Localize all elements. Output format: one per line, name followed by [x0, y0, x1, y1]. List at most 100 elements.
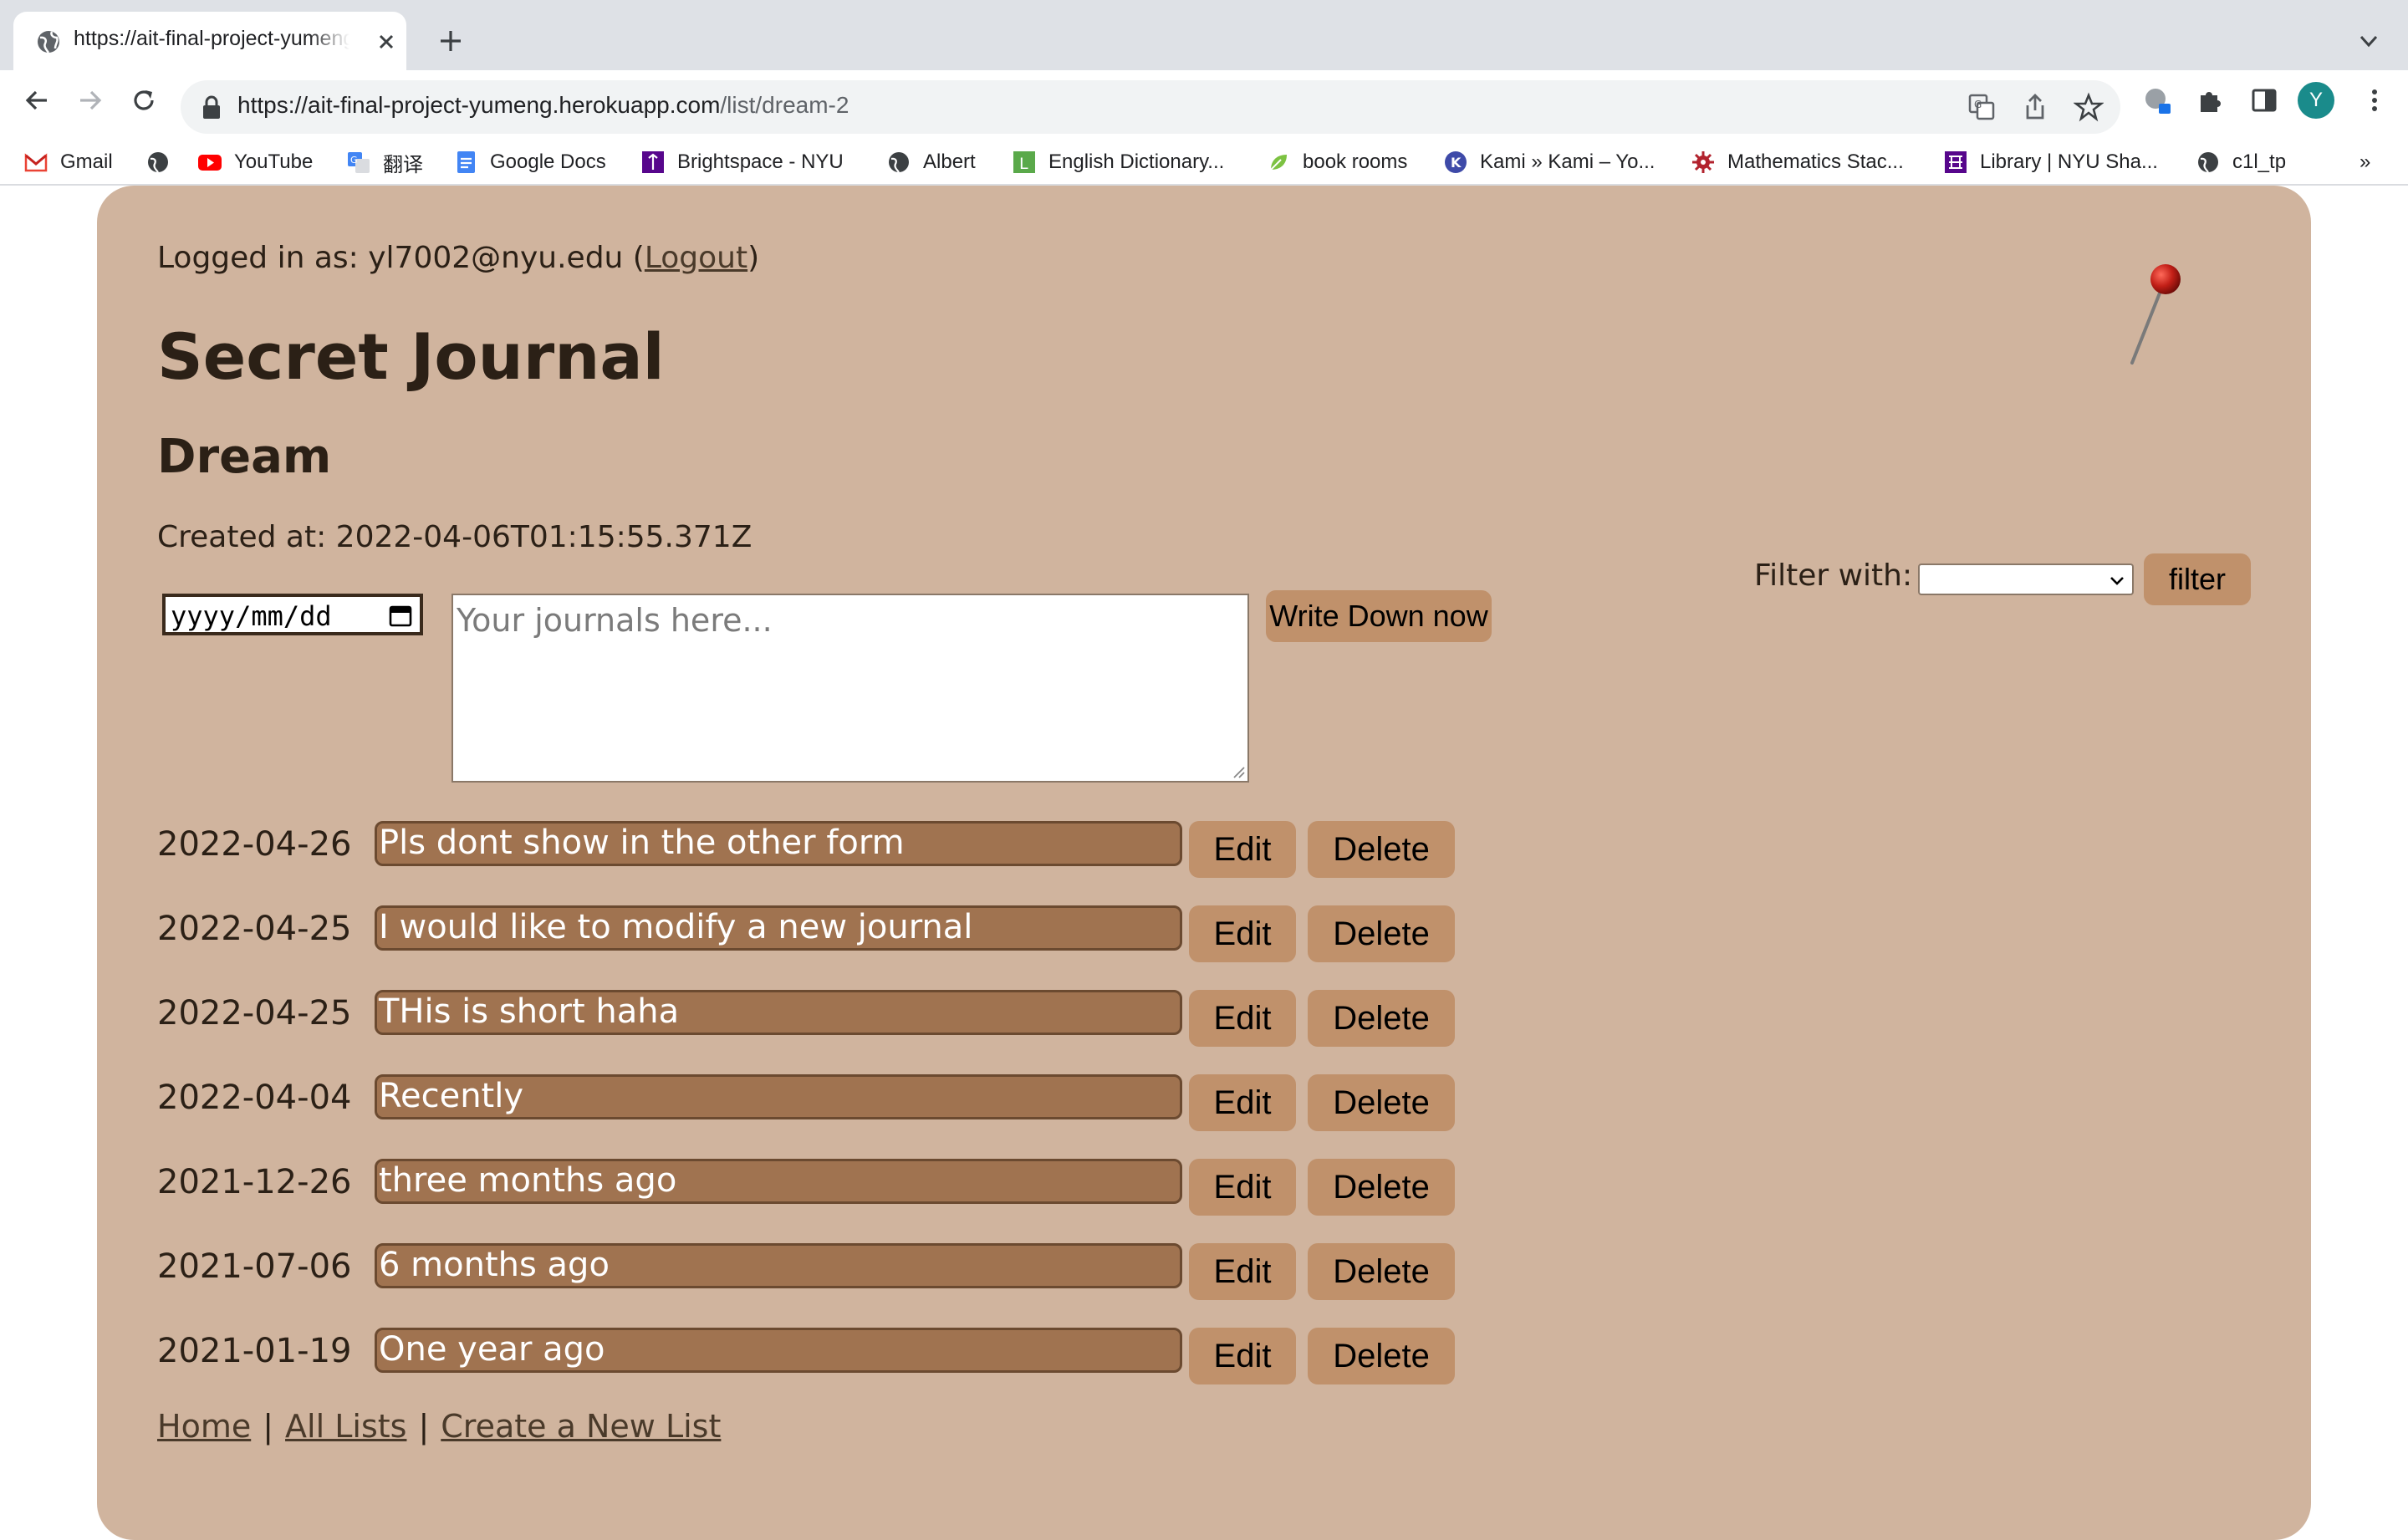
logout-link[interactable]: Logout: [645, 241, 747, 275]
entry-text-field[interactable]: Recently: [375, 1074, 1182, 1119]
delete-button[interactable]: Delete: [1308, 821, 1455, 878]
bookmark-label: Gmail: [60, 150, 113, 173]
entry-text-field[interactable]: THis is short haha: [375, 990, 1182, 1035]
profile-avatar[interactable]: Y: [2298, 82, 2334, 119]
new-tab-icon[interactable]: [436, 27, 465, 55]
entry-date: 2021-01-19: [157, 1332, 352, 1370]
translate-icon: G: [348, 152, 370, 173]
entry-date: 2021-12-26: [157, 1163, 352, 1201]
entry-text-field[interactable]: One year ago: [375, 1328, 1182, 1373]
bookmark-label: 翻译: [383, 153, 423, 176]
menu-icon[interactable]: [2360, 85, 2390, 115]
edit-button[interactable]: Edit: [1189, 1328, 1296, 1384]
edit-button[interactable]: Edit: [1189, 905, 1296, 962]
reload-icon[interactable]: [129, 85, 159, 115]
delete-button[interactable]: Delete: [1308, 905, 1455, 962]
list-title: Dream: [157, 430, 332, 484]
journal-placeholder: Your journals here...: [457, 602, 773, 639]
entry-date: 2022-04-25: [157, 994, 352, 1033]
bookmark-kami[interactable]: K Kami » Kami – Yo...: [1443, 137, 1655, 187]
separator: |: [263, 1408, 274, 1445]
bookmark-english-dictionary[interactable]: L English Dictionary...: [1012, 137, 1224, 187]
home-link[interactable]: Home: [157, 1408, 251, 1445]
globe-icon: [889, 152, 909, 173]
bookmark-c1l-tp[interactable]: c1l_tp: [2196, 137, 2286, 187]
bookmark-label: Google Docs: [490, 150, 606, 173]
close-icon[interactable]: [375, 30, 398, 54]
bookmark-label: c1l_tp: [2232, 150, 2287, 173]
more-bookmarks-button[interactable]: »: [2360, 137, 2370, 187]
puzzle-icon[interactable]: [2196, 85, 2226, 115]
dictionary-icon: L: [1013, 151, 1035, 173]
date-input[interactable]: yyyy/mm/dd: [162, 594, 423, 635]
share-icon[interactable]: [2020, 92, 2050, 122]
bookmark-google-docs[interactable]: Google Docs: [453, 137, 606, 187]
pushpin-icon: [2130, 264, 2181, 365]
bookmark-label: Kami » Kami – Yo...: [1480, 150, 1656, 173]
bookmark-label: book rooms: [1303, 150, 1408, 173]
write-down-button[interactable]: Write Down now: [1266, 590, 1492, 642]
entry-date: 2022-04-26: [157, 825, 352, 864]
entry-text-field[interactable]: 6 months ago: [375, 1243, 1182, 1288]
resize-handle-icon[interactable]: [1231, 764, 1246, 779]
edit-button[interactable]: Edit: [1189, 990, 1296, 1047]
bookmark-gmail[interactable]: Gmail: [23, 137, 113, 187]
tab-title: https://ait-final-project-yumeng.herokua…: [74, 27, 349, 50]
bookmark-math-stackexchange[interactable]: Mathematics Stac...: [1691, 137, 1904, 187]
nyu-icon: [642, 151, 664, 173]
svg-text:L: L: [1019, 155, 1028, 173]
journal-entry: 2021-01-19 One year ago Edit Delete: [97, 1328, 2311, 1395]
filter-select[interactable]: [1918, 563, 2134, 595]
bookmark-library-nyu[interactable]: Library | NYU Sha...: [1943, 137, 2158, 187]
address-bar[interactable]: https://ait-final-project-yumeng.herokua…: [181, 80, 2120, 134]
calendar-icon[interactable]: [388, 603, 413, 628]
bookmark-globe[interactable]: [145, 137, 171, 187]
youtube-icon: [198, 155, 222, 171]
bookmark-translate[interactable]: G 翻译: [346, 137, 423, 187]
translate-page-icon[interactable]: G: [1967, 92, 1997, 122]
edit-button[interactable]: Edit: [1189, 1243, 1296, 1300]
filter-button[interactable]: filter: [2144, 553, 2251, 605]
bookmark-youtube[interactable]: YouTube: [197, 137, 313, 187]
bookmark-label: Albert: [923, 150, 976, 173]
svg-text:G: G: [1974, 99, 1982, 110]
star-icon[interactable]: [2074, 92, 2104, 122]
bookmark-label: Library | NYU Sha...: [1980, 150, 2158, 173]
edit-button[interactable]: Edit: [1189, 821, 1296, 878]
delete-button[interactable]: Delete: [1308, 990, 1455, 1047]
bookmark-label: Mathematics Stac...: [1727, 150, 1904, 173]
edit-button[interactable]: Edit: [1189, 1074, 1296, 1131]
all-lists-link[interactable]: All Lists: [285, 1408, 406, 1445]
delete-button[interactable]: Delete: [1308, 1328, 1455, 1384]
entry-text-field[interactable]: I would like to modify a new journal: [375, 905, 1182, 951]
lock-icon[interactable]: [199, 94, 224, 120]
extension-badge-icon[interactable]: [2142, 85, 2172, 115]
edit-button[interactable]: Edit: [1189, 1159, 1296, 1216]
docs-icon: [457, 151, 475, 173]
side-panel-icon[interactable]: [2249, 85, 2279, 115]
create-list-link[interactable]: Create a New List: [441, 1408, 721, 1445]
svg-text:G: G: [350, 155, 358, 166]
delete-button[interactable]: Delete: [1308, 1074, 1455, 1131]
created-at: Created at: 2022-04-06T01:15:55.371Z: [157, 520, 752, 554]
forward-icon[interactable]: [75, 85, 105, 115]
delete-button[interactable]: Delete: [1308, 1159, 1455, 1216]
url-path: /list/dream-2: [720, 92, 849, 118]
bookmark-book-rooms[interactable]: book rooms: [1266, 137, 1407, 187]
bookmark-label: English Dictionary...: [1048, 150, 1225, 173]
bookmark-brightspace[interactable]: Brightspace - NYU: [640, 137, 844, 187]
entry-text-field[interactable]: three months ago: [375, 1159, 1182, 1204]
library-icon: [1945, 151, 1967, 173]
delete-button[interactable]: Delete: [1308, 1243, 1455, 1300]
chevron-down-icon[interactable]: [2356, 28, 2381, 54]
url-text[interactable]: https://ait-final-project-yumeng.herokua…: [237, 92, 849, 122]
browser-toolbar: https://ait-final-project-yumeng.herokua…: [0, 70, 2408, 197]
chevron-down-icon: [2110, 577, 2124, 585]
bookmark-albert[interactable]: Albert: [886, 137, 976, 187]
journal-textarea[interactable]: Your journals here...: [452, 594, 1249, 783]
back-icon[interactable]: [22, 85, 52, 115]
globe-icon: [148, 152, 168, 173]
browser-tab[interactable]: https://ait-final-project-yumeng.herokua…: [13, 12, 406, 70]
entry-text-field[interactable]: Pls dont show in the other form: [375, 821, 1182, 866]
leaf-icon: [1270, 155, 1287, 171]
